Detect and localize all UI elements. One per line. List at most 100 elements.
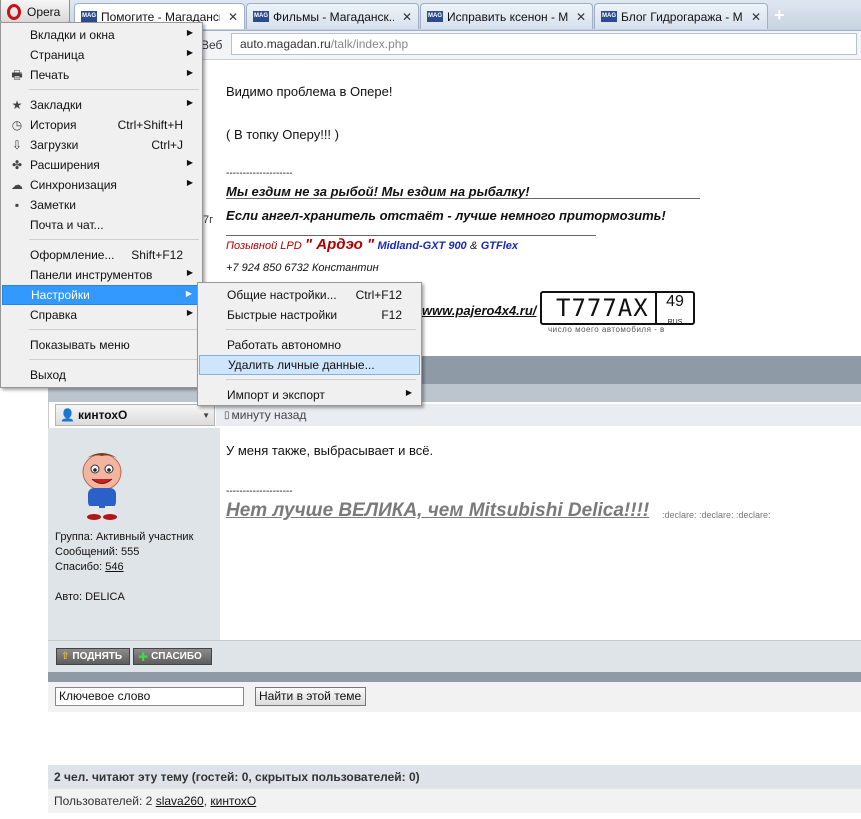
tab-blog-gidrogarazha[interactable]: MAG Блог Гидрогаража - М... ✕ xyxy=(594,3,768,29)
tab-close-icon[interactable]: ✕ xyxy=(751,10,761,24)
submenu-arrow-icon: ▶ xyxy=(186,98,193,107)
menu-item-label: История xyxy=(30,118,77,132)
menu-item-toolbars[interactable]: Панели инструментов ▶ xyxy=(2,265,201,285)
menu-item-show-menu[interactable]: Показывать меню xyxy=(2,335,201,355)
site-favicon-icon: MAG xyxy=(81,11,97,22)
menu-item-notes[interactable]: ▪ Заметки xyxy=(2,195,201,215)
menu-separator xyxy=(29,359,199,360)
url-field[interactable]: auto.magadan.ru/talk/index.php xyxy=(231,33,857,55)
menu-separator xyxy=(29,239,199,240)
thanks-label: Спасибо: xyxy=(55,561,103,573)
submenu-item-general-settings[interactable]: Общие настройки... Ctrl+F12 xyxy=(199,285,420,305)
raise-button[interactable]: ⇧ ПОДНЯТЬ xyxy=(56,648,130,665)
user-link-kintoxo[interactable]: кинтохО xyxy=(210,794,256,808)
radio1: Midland-GXT 900 xyxy=(377,240,467,252)
post1-phone: +7 924 850 6732 Константин xyxy=(226,262,379,274)
post1-partial-text: 7г xyxy=(203,214,214,226)
menu-separator xyxy=(226,329,416,330)
menu-shortcut: Shift+F12 xyxy=(131,248,183,262)
menu-item-exit[interactable]: Выход xyxy=(2,365,201,385)
url-host: auto.magadan.ru xyxy=(240,37,331,51)
post-time-bar: ▯ минуту назад xyxy=(216,404,861,426)
opera-menu-label: Opera xyxy=(27,4,61,19)
amp: & xyxy=(470,240,478,252)
star-icon: ★ xyxy=(11,98,23,112)
active-users: Пользователей: 2 slava260, кинтохО xyxy=(48,789,861,813)
submenu-arrow-icon: ▶ xyxy=(186,268,193,277)
author-menu[interactable]: 👤 кинтохО ▼ xyxy=(55,404,215,426)
keyword-input[interactable]: Ключевое слово xyxy=(55,687,244,706)
tab-title: Исправить ксенон - М... xyxy=(447,9,568,24)
chevron-down-icon: ▼ xyxy=(202,410,210,420)
post1-callsign: Позывной LPD " Ардэо " Midland-GXT 900 &… xyxy=(226,236,518,253)
menu-item-label: Расширения xyxy=(30,158,100,172)
tab-close-icon[interactable]: ✕ xyxy=(576,10,586,24)
post-time: минуту назад xyxy=(231,408,307,422)
menu-item-page[interactable]: Страница ▶ xyxy=(2,45,201,65)
menu-separator xyxy=(29,329,199,330)
post1-line1: Видимо проблема в Опере! xyxy=(226,84,393,99)
submenu-item-quick-settings[interactable]: Быстрые настройки F12 xyxy=(199,305,420,325)
menu-item-help[interactable]: Справка ▶ xyxy=(2,305,201,325)
sig-divider xyxy=(226,198,700,199)
thanks-button[interactable]: ✚ СПАСИБО xyxy=(133,648,212,665)
menu-shortcut: Ctrl+J xyxy=(151,138,183,152)
plate-rus: RUS xyxy=(667,319,683,326)
menu-item-print[interactable]: 🖶 Печать ▶ xyxy=(2,65,201,85)
web-label: Веб xyxy=(201,38,223,52)
menu-item-downloads[interactable]: ⇩ Загрузки Ctrl+J xyxy=(2,135,201,155)
post1-sig1: Мы ездим не за рыбой! Мы ездим на рыбалк… xyxy=(226,184,530,199)
menu-item-mail-chat[interactable]: Почта и чат... xyxy=(2,215,201,235)
menu-item-tabs-windows[interactable]: Вкладки и окна ▶ xyxy=(2,25,201,45)
tab-close-icon[interactable]: ✕ xyxy=(228,10,238,24)
license-plate-image: Т777АХ 49 RUS xyxy=(540,291,695,326)
printer-icon: 🖶 xyxy=(11,68,23,82)
user-link-slava260[interactable]: slava260 xyxy=(156,794,204,808)
submenu-item-import-export[interactable]: Импорт и экспорт ▶ xyxy=(199,385,420,405)
menu-shortcut: Ctrl+F12 xyxy=(355,288,402,302)
submenu-item-delete-private-data[interactable]: Удалить личные данные... xyxy=(199,355,420,375)
post2-text: У меня также, выбрасывает и всё. xyxy=(226,443,434,458)
separator-strip xyxy=(48,672,861,682)
opera-main-menu: Вкладки и окна ▶ Страница ▶ 🖶 Печать ▶ ★ Закл… xyxy=(0,22,203,388)
thanks-count-link[interactable]: 546 xyxy=(105,561,123,573)
puzzle-icon: ✤ xyxy=(11,158,23,172)
submenu-item-work-offline[interactable]: Работать автономно xyxy=(199,335,420,355)
opera-menu-button[interactable]: Opera xyxy=(0,0,70,24)
menu-item-label: Страница xyxy=(30,48,85,62)
opera-logo-icon xyxy=(7,3,21,20)
menu-separator xyxy=(29,89,199,90)
post-body-column xyxy=(220,428,861,640)
post1-sig-dashes: -------------------- xyxy=(226,168,293,179)
menu-item-settings[interactable]: Настройки ▶ xyxy=(2,285,201,305)
callsign-name: " Ардэо " xyxy=(305,236,375,253)
menu-item-label: Панели инструментов xyxy=(30,268,153,282)
menu-item-label: Удалить личные данные... xyxy=(228,358,375,372)
menu-item-bookmarks[interactable]: ★ Закладки ▶ xyxy=(2,95,201,115)
menu-item-history[interactable]: ◷ История Ctrl+Shift+H xyxy=(2,115,201,135)
plate-caption: число моего автомобиля - в xyxy=(548,325,665,334)
menu-item-label: Почта и чат... xyxy=(30,218,104,232)
tab-filmy[interactable]: MAG Фильмы - Магаданск... ✕ xyxy=(246,3,419,29)
menu-item-label: Загрузки xyxy=(30,138,79,152)
plate-number: Т777АХ xyxy=(556,294,649,322)
author-name: кинтохО xyxy=(77,408,128,422)
menu-item-label: Показывать меню xyxy=(30,338,130,352)
tab-ispravit-ksenon[interactable]: MAG Исправить ксенон - М... ✕ xyxy=(420,3,593,29)
menu-shortcut: F12 xyxy=(381,308,402,322)
menu-shortcut: Ctrl+Shift+H xyxy=(117,118,183,132)
menu-item-sync[interactable]: ☁ Синхронизация ▶ xyxy=(2,175,201,195)
menu-item-appearance[interactable]: Оформление... Shift+F12 xyxy=(2,245,201,265)
tab-close-icon[interactable]: ✕ xyxy=(402,10,412,24)
post1-site-link[interactable]: www.pajero4x4.ru/ xyxy=(422,303,536,318)
author-thanks: Спасибо: 546 xyxy=(55,561,124,573)
search-topic-button[interactable]: Найти в этой теме xyxy=(255,687,366,706)
menu-item-label: Заметки xyxy=(30,198,76,212)
post1-sig2: Если ангел-хранитель отстаёт - лучше нем… xyxy=(226,208,666,223)
menu-item-label: Настройки xyxy=(31,288,90,302)
url-path: /talk/index.php xyxy=(330,37,409,51)
new-tab-button[interactable]: + xyxy=(774,5,785,26)
clock-icon: ◷ xyxy=(11,118,23,132)
post2-sig: Нет лучше ВЕЛИКА, чем Mitsubishi Delica!… xyxy=(226,500,650,521)
menu-item-extensions[interactable]: ✤ Расширения ▶ xyxy=(2,155,201,175)
